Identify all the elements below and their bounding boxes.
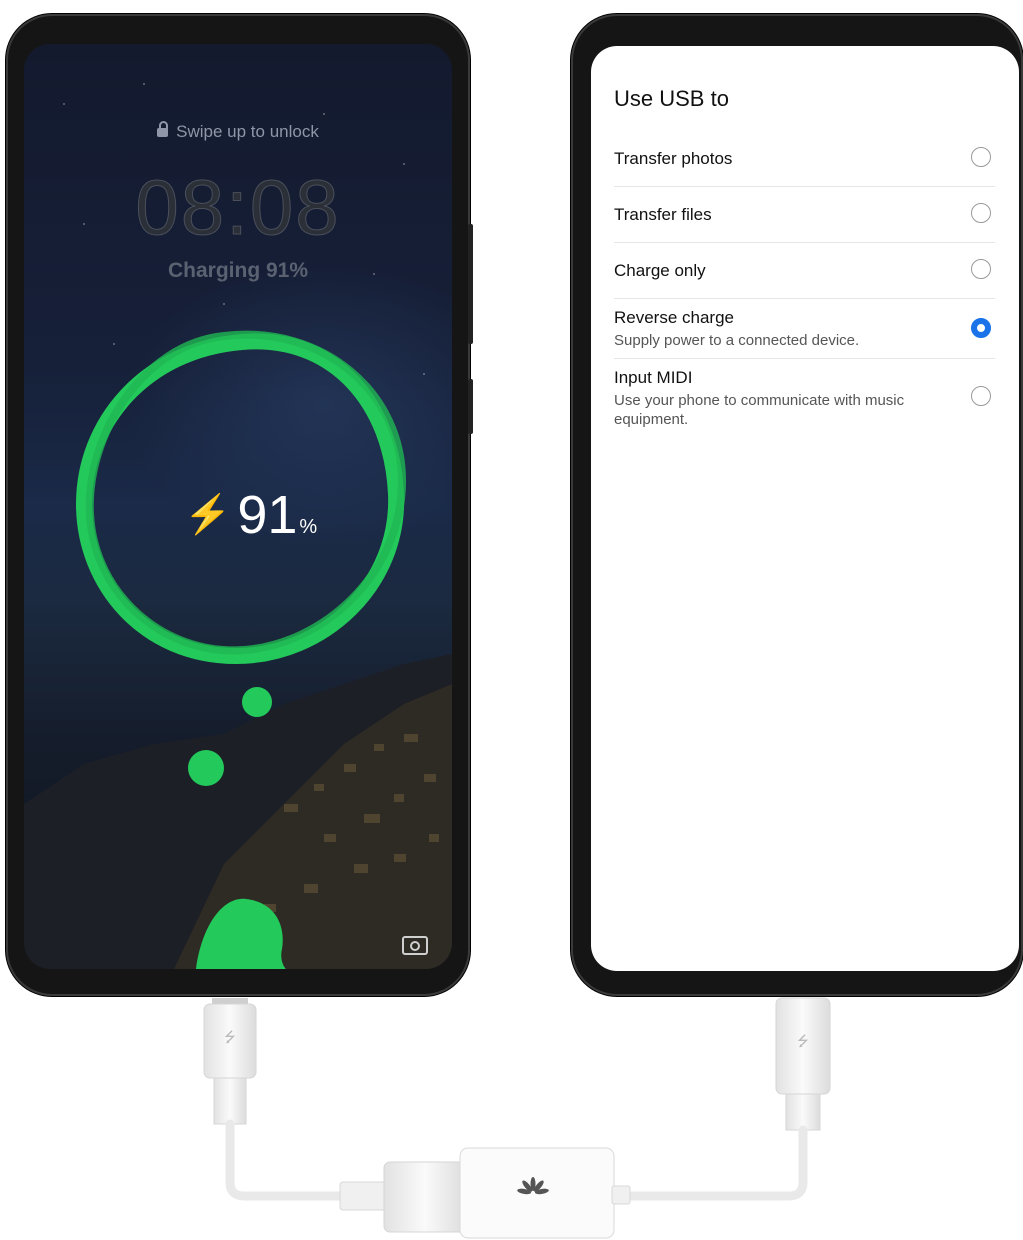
lock-clock: 08:08 [135,163,341,252]
battery-percent-unit: % [299,516,318,538]
radio-button[interactable] [971,147,991,167]
option-label: Transfer photos [614,149,733,168]
power-button [468,379,473,434]
option-label: Input MIDI [614,368,693,387]
radio-button[interactable] [971,203,991,223]
option-transfer-files[interactable]: Transfer files [614,186,995,243]
volume-button [468,224,473,344]
charging-status: Charging 91% [167,259,309,282]
camera-icon[interactable] [402,936,428,955]
right-phone: Use USB to Transfer photos Transfer file… [571,14,1023,996]
lightning-icon: ⚡ [184,494,232,536]
usb-icon: ⭍ [224,1030,236,1046]
usb-a-plug [383,1161,467,1233]
option-label: Charge only [614,261,706,280]
battery-percent: ⚡ 91% [184,484,317,546]
radio-button[interactable] [971,386,991,406]
unlock-hint-text: Swipe up to unlock [176,122,319,141]
usb-cable-illustration: ⭍ ⭍ [203,997,831,1239]
battery-percent-value: 91 [237,485,298,545]
option-subtitle: Use your phone to communicate with music… [614,392,905,428]
left-phone: Swipe up to unlock 08:08 Charging 91% ⚡ 9… [6,14,473,996]
dialog-title: Use USB to [614,86,729,111]
radio-button[interactable] [971,259,991,279]
lock-icon [157,121,169,137]
right-cable [595,1125,808,1201]
lock-screen: Swipe up to unlock 08:08 Charging 91% ⚡ 9… [24,44,452,969]
option-transfer-photos[interactable]: Transfer photos [614,130,995,187]
option-label: Transfer files [614,205,712,224]
option-input-midi[interactable]: Input MIDI Use your phone to communicate… [614,358,995,432]
option-label: Reverse charge [614,308,735,327]
option-reverse-charge[interactable]: Reverse charge Supply power to a connect… [614,298,995,359]
usb-icon: ⭍ [797,1034,809,1050]
unlock-hint: Swipe up to unlock [24,121,452,142]
usb-settings-screen: Use USB to Transfer photos Transfer file… [591,46,1019,971]
option-charge-only[interactable]: Charge only [614,242,995,299]
left-cable [225,1119,345,1201]
option-subtitle: Supply power to a connected device. [614,332,860,349]
radio-button-selected[interactable] [971,318,991,338]
